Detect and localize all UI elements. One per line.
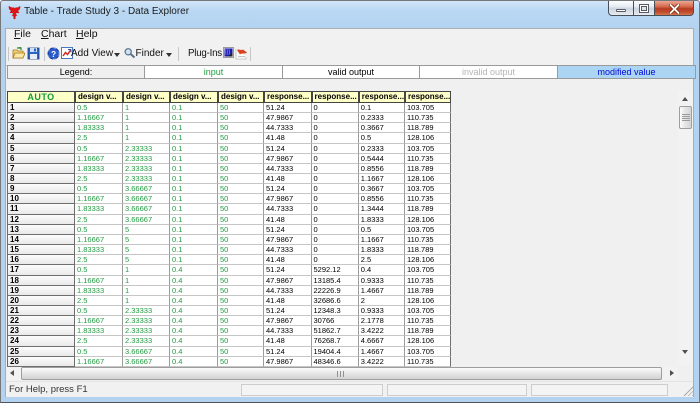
svg-text:?: ? bbox=[51, 49, 56, 59]
